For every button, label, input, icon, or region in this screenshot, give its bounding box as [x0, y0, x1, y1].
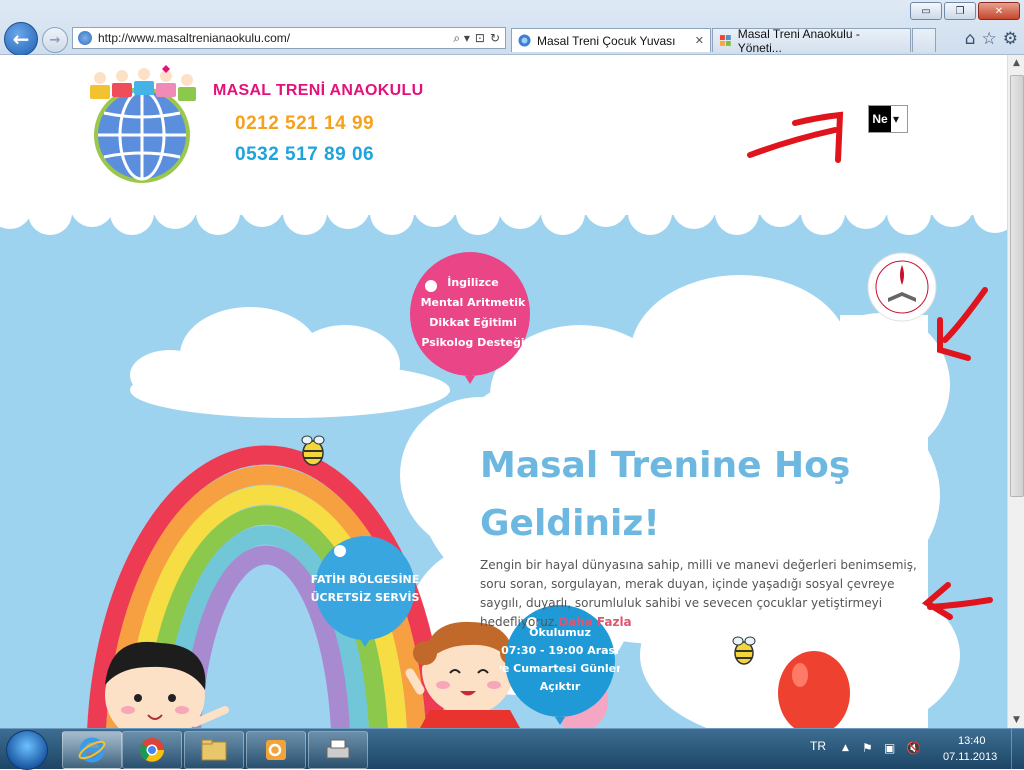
internet-explorer-icon — [78, 737, 106, 763]
folder-icon — [201, 739, 227, 761]
site-favicon-icon — [518, 34, 531, 47]
tab-close-icon[interactable]: ✕ — [695, 34, 704, 47]
window-controls: ▭ ❐ ✕ — [910, 2, 1020, 20]
windows-taskbar: TR ▲ ⚑ ▣ 🔇 13:40 07.11.2013 — [0, 728, 1024, 770]
tab-title: Masal Treni Çocuk Yuvası — [537, 33, 676, 48]
bee-icon — [301, 435, 325, 466]
address-url[interactable]: http://www.masaltrenianaokulu.com/ — [98, 31, 453, 45]
language-select-value: Ne — [869, 106, 891, 132]
maximize-button[interactable]: ❐ — [944, 2, 976, 20]
clock-date[interactable]: 07.11.2013 — [943, 751, 997, 763]
welcome-text: Zengin bir hayal dünyasına sahip, milli … — [480, 558, 917, 629]
balloon-line: İngilizce — [447, 275, 499, 289]
outlook-task[interactable] — [246, 731, 306, 769]
chrome-icon — [140, 738, 164, 762]
balloon-line: Psikolog Desteği — [421, 336, 524, 349]
scroll-thumb[interactable] — [1010, 75, 1024, 497]
phone-number-mobile[interactable]: 0532 517 89 06 — [235, 144, 374, 166]
welcome-paragraph: Zengin bir hayal dünyasına sahip, milli … — [480, 556, 920, 632]
balloon-courses: İngilizce Mental Aritmetik Dikkat Eğitim… — [410, 252, 530, 384]
page-viewport: İngilizce Mental Aritmetik Dikkat Eğitim… — [0, 55, 1007, 728]
printer-icon — [326, 739, 350, 759]
balloon-line: ve Cumartesi Günleri — [500, 662, 620, 675]
language-select[interactable]: Ne ▾ — [868, 105, 908, 133]
site-favicon-icon — [78, 31, 92, 45]
clock-time[interactable]: 13:40 — [958, 735, 986, 747]
tray-language[interactable]: TR — [810, 739, 826, 753]
file-explorer-task[interactable] — [184, 731, 244, 769]
balloon-line: Dikkat Eğitimi — [429, 316, 516, 329]
tab-admin-panel[interactable]: Masal Treni Anaokulu - Yöneti... — [712, 26, 911, 55]
network-icon[interactable]: ▣ — [884, 741, 895, 755]
volume-muted-icon[interactable]: 🔇 — [906, 741, 921, 755]
outlook-icon — [266, 740, 286, 760]
refresh-icon[interactable]: ↻ — [490, 31, 500, 45]
browser-chrome: ▭ ❐ ✕ ← → http://www.masaltrenianaokulu.… — [0, 0, 1024, 56]
tab-masal-treni-cocuk-yuvasi[interactable]: Masal Treni Çocuk Yuvası ✕ — [511, 28, 711, 52]
balloon-line: Açıktır — [540, 680, 581, 693]
tools-gear-icon[interactable]: ⚙ — [1003, 29, 1018, 49]
scroll-up-icon[interactable]: ▲ — [1008, 55, 1024, 71]
welcome-title: Masal Trenine Hoş Geldiniz! — [480, 445, 851, 544]
chevron-down-icon: ▾ — [893, 112, 900, 126]
tab-title: Masal Treni Anaokulu - Yöneti... — [737, 26, 860, 55]
school-name: MASAL TRENİ ANAOKULU — [213, 82, 424, 99]
fax-printer-task[interactable] — [308, 731, 368, 769]
forward-button[interactable]: → — [42, 27, 68, 53]
internet-explorer-task[interactable] — [62, 731, 122, 769]
phone-number-landline[interactable]: 0212 521 14 99 — [235, 113, 374, 135]
vertical-scrollbar[interactable]: ▲ ▼ — [1007, 55, 1024, 728]
favorites-icon[interactable]: ☆ — [982, 29, 997, 49]
joomla-icon — [719, 35, 731, 46]
school-logo[interactable] — [84, 65, 204, 185]
start-button[interactable] — [6, 730, 48, 770]
show-desktop-button[interactable] — [1011, 729, 1024, 769]
balloon-line: ÜCRETSİZ SERVİS — [311, 590, 420, 604]
tray-expand-icon[interactable]: ▲ — [842, 743, 849, 753]
address-bar[interactable]: http://www.masaltrenianaokulu.com/ ⌕ ▾ ⊡… — [72, 27, 506, 49]
balloon-line: 07:30 - 19:00 Arası — [501, 644, 619, 657]
balloon-line: FATİH BÖLGESİNE — [311, 572, 420, 586]
scroll-down-icon[interactable]: ▼ — [1008, 712, 1024, 728]
back-button[interactable]: ← — [4, 22, 38, 56]
new-tab-button[interactable] — [912, 28, 936, 52]
balloon-line: Mental Aritmetik — [421, 296, 526, 309]
action-center-flag-icon[interactable]: ⚑ — [862, 741, 873, 755]
read-more-link[interactable]: Daha Fazla — [558, 615, 632, 629]
search-dropdown-icon[interactable]: ⌕ ▾ — [453, 31, 470, 46]
meb-logo-icon — [867, 252, 937, 322]
home-icon[interactable]: ⌂ — [965, 29, 976, 49]
balloon-free-service: FATİH BÖLGESİNE ÜCRETSİZ SERVİS — [311, 536, 420, 647]
compatibility-view-icon[interactable]: ⊡ — [475, 31, 485, 45]
close-button[interactable]: ✕ — [978, 2, 1020, 20]
chrome-task[interactable] — [122, 731, 182, 769]
toolbar-icons: ⌂ ☆ ⚙ — [965, 29, 1018, 49]
minimize-button[interactable]: ▭ — [910, 2, 942, 20]
